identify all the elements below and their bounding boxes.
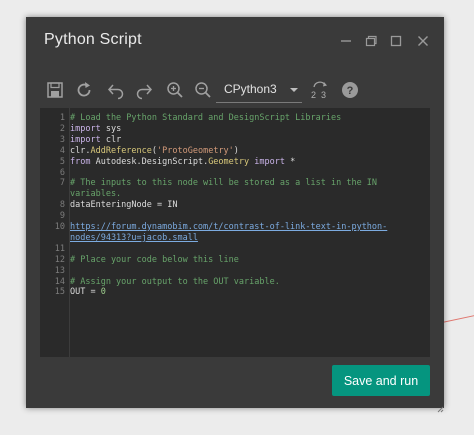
code-token: OUT = — [70, 287, 101, 298]
line-number-gutter: 1 2 3 4 5 6 7 8 9 10 11 12 13 14 15 — [40, 108, 70, 357]
code-token: from — [70, 156, 91, 167]
code-line: import clr — [70, 135, 425, 145]
toolbar: CPython3 23 ? — [26, 72, 444, 108]
code-token: * — [284, 156, 296, 167]
zoom-in-icon[interactable] — [164, 79, 186, 101]
code-link[interactable]: https://forum.dynamobim.com/t/contrast-o… — [70, 222, 387, 232]
engine-selected-value: CPython3 — [224, 82, 277, 96]
maximize-icon[interactable] — [388, 33, 404, 49]
code-line: clr.AddReference('ProtoGeometry') — [70, 146, 425, 156]
line-number: 2 — [59, 123, 65, 134]
code-token: # Assign your output to the OUT variable… — [70, 276, 280, 287]
code-line: dataEnteringNode = IN — [70, 200, 425, 210]
svg-text:2: 2 — [311, 90, 316, 100]
resize-grip-icon[interactable] — [436, 400, 444, 413]
title-bar[interactable]: Python Script — [26, 17, 444, 67]
help-icon[interactable]: ? — [339, 79, 361, 101]
line-number: 12 — [54, 254, 65, 265]
line-number: 7 — [59, 178, 65, 189]
line-number: 15 — [54, 287, 65, 298]
svg-text:?: ? — [347, 85, 354, 97]
code-token: Geometry — [208, 156, 250, 167]
code-line: OUT = 0 — [70, 287, 425, 297]
code-token: # Load the Python Standard and DesignScr… — [70, 113, 342, 123]
python-script-window: Python Script CPython3 2 3 ? 1 2 3 4 5 6… — [26, 17, 444, 413]
convert-2to3-icon[interactable]: 23 — [308, 79, 332, 101]
code-token: import — [70, 134, 101, 145]
line-number: 13 — [54, 265, 65, 276]
code-token: AddReference — [90, 145, 152, 156]
engine-dropdown[interactable]: CPython3 — [216, 78, 302, 103]
code-token: variables. — [70, 189, 122, 200]
code-token: 0 — [100, 287, 106, 298]
line-number: 10 — [54, 222, 65, 232]
save-icon[interactable] — [44, 79, 66, 101]
code-line: # The inputs to this node will be stored… — [70, 178, 425, 188]
code-line: nodes/94313?u=jacob.small — [70, 233, 425, 243]
code-line: https://forum.dynamobim.com/t/contrast-o… — [70, 222, 425, 232]
window-title: Python Script — [44, 31, 142, 48]
restore-icon[interactable] — [363, 33, 379, 49]
code-token: clr. — [70, 145, 91, 156]
minimize-icon[interactable] — [338, 33, 354, 49]
code-token: # The inputs to this node will be stored… — [70, 178, 378, 189]
code-token: Autodesk.DesignScript. — [90, 156, 209, 167]
undo-icon[interactable] — [105, 79, 127, 101]
code-editor[interactable]: 1 2 3 4 5 6 7 8 9 10 11 12 13 14 15 # Load the Python … — [40, 108, 430, 357]
line-number: 4 — [59, 145, 65, 156]
line-number: 11 — [54, 243, 65, 254]
save-and-run-button[interactable]: Save and run — [332, 365, 430, 396]
code-token: dataEnteringNode = IN — [70, 200, 178, 211]
code-token: import — [254, 156, 285, 167]
code-link[interactable]: nodes/94313?u=jacob.small — [70, 233, 198, 243]
line-number: 3 — [59, 134, 65, 145]
line-number: 5 — [59, 156, 65, 167]
chevron-down-icon — [290, 88, 298, 92]
redo-icon[interactable] — [133, 79, 155, 101]
code-line: from Autodesk.DesignScript.Geometry impo… — [70, 157, 425, 167]
code-token: # Place your code below this line — [70, 254, 239, 265]
code-token: clr — [100, 134, 122, 145]
code-token: 'ProtoGeometry' — [157, 145, 234, 156]
code-line: # Load the Python Standard and DesignScr… — [70, 113, 425, 123]
line-number: 8 — [59, 200, 65, 211]
svg-text:3: 3 — [321, 90, 326, 100]
close-icon[interactable] — [415, 33, 431, 49]
code-token: ) — [233, 145, 239, 156]
code-line: # Assign your output to the OUT variable… — [70, 277, 425, 287]
zoom-out-icon[interactable] — [192, 79, 214, 101]
code-line: # Place your code below this line — [70, 255, 425, 265]
line-number: 1 — [59, 113, 65, 123]
code-token: import — [70, 123, 101, 134]
line-number: 6 — [59, 167, 65, 178]
code-line: import sys — [70, 124, 425, 134]
line-number: 14 — [54, 276, 65, 287]
code-token: sys — [100, 123, 122, 134]
run-icon[interactable] — [73, 79, 95, 101]
code-line: variables. — [70, 189, 425, 199]
line-number: 9 — [59, 211, 65, 222]
